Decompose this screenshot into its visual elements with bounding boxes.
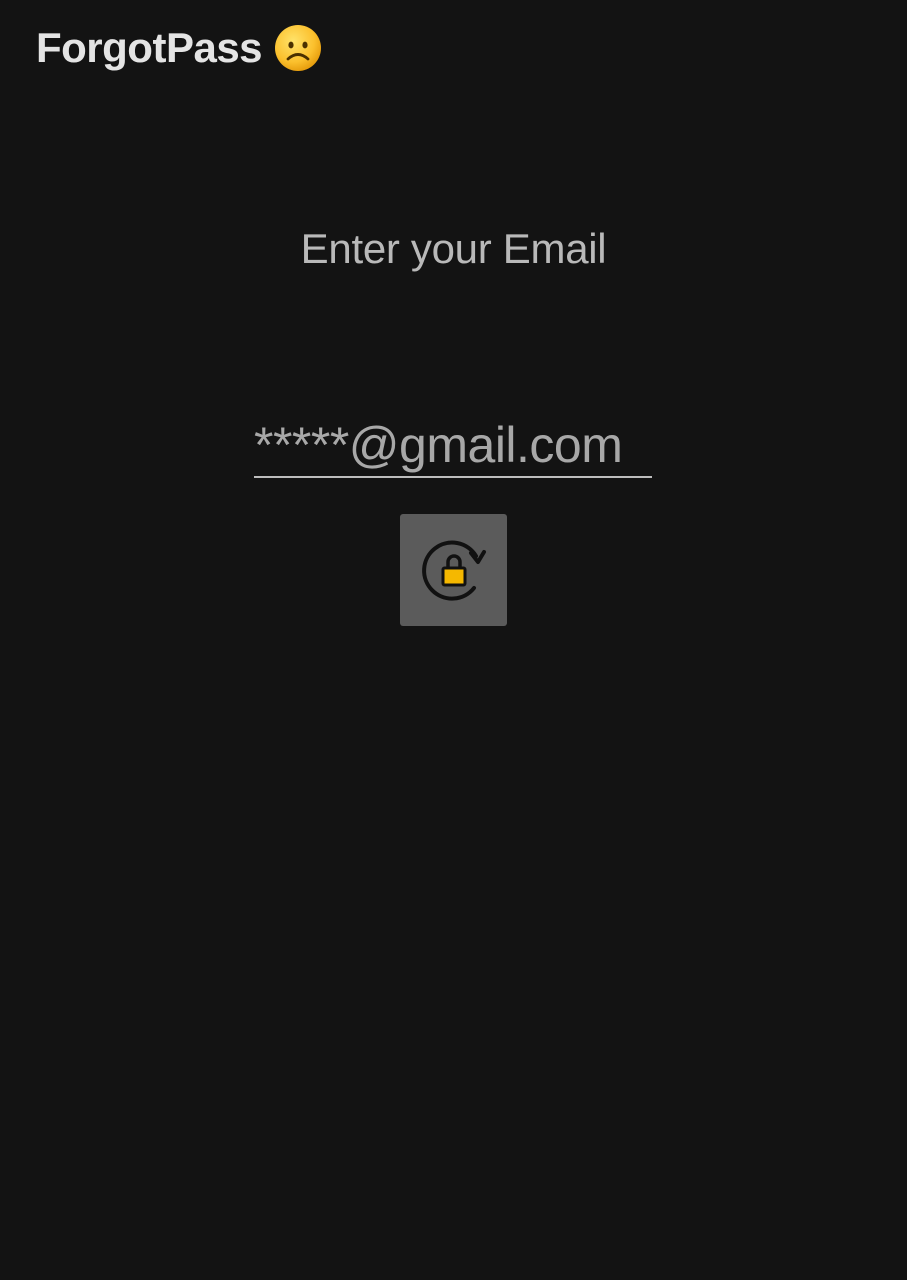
lock-reset-icon [416, 532, 492, 608]
app-title: ForgotPass [36, 24, 263, 71]
app-header: ForgotPass [36, 20, 322, 76]
reset-password-button[interactable] [400, 514, 507, 626]
frowning-face-icon [274, 24, 322, 72]
email-field[interactable] [254, 414, 652, 478]
email-prompt-label: Enter your Email [300, 225, 607, 272]
